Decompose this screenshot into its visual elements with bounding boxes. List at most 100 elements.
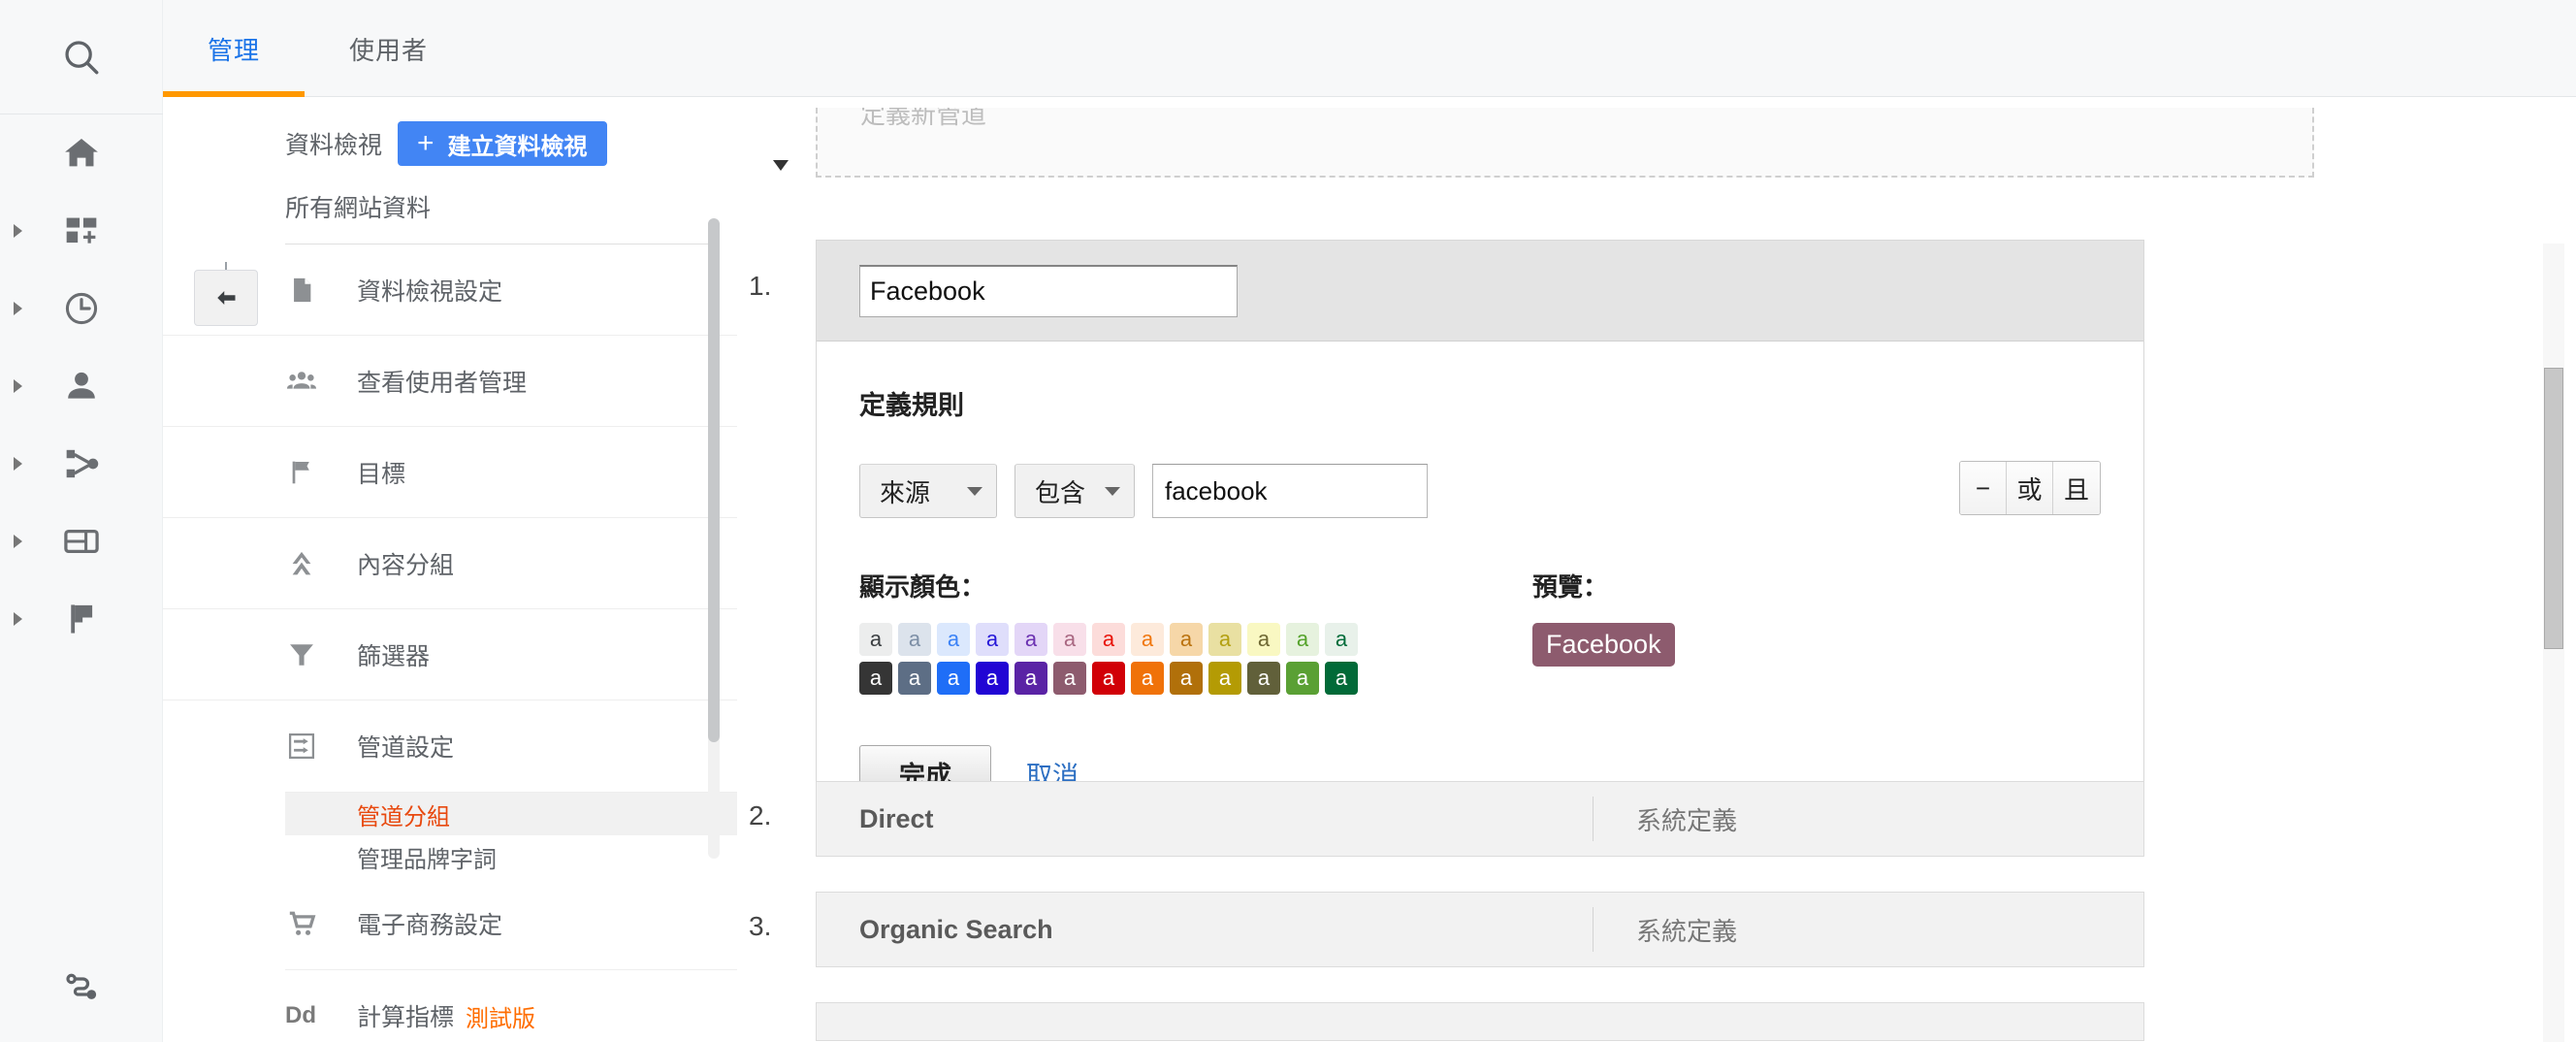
main-content: 定義新管道 1. 定義規則 來源 — [737, 98, 2576, 1042]
search-button[interactable] — [0, 0, 163, 114]
nav-item-user-management[interactable]: 查看使用者管理 — [163, 336, 737, 427]
nav-scrollbar[interactable] — [708, 218, 720, 859]
sidebar-item-behavior[interactable] — [0, 503, 163, 580]
nav-item-goals[interactable]: 目標 — [163, 427, 737, 518]
nav-item-calculated-metrics[interactable]: Dd 計算指標 測試版 — [163, 970, 737, 1042]
channel-name-input[interactable] — [859, 264, 1238, 317]
color-swatch-dark-10[interactable]: a — [1247, 662, 1280, 695]
rule-operator-buttons: − 或 且 — [1959, 461, 2101, 515]
create-view-button[interactable]: + 建立資料檢視 — [398, 121, 607, 166]
channel-row-direct[interactable]: Direct 系統定義 — [816, 781, 2144, 857]
define-new-channel-row[interactable]: 定義新管道 — [773, 108, 2314, 209]
color-swatch-row-light: aaaaaaaaaaaaa — [859, 623, 1358, 656]
color-swatch-dark-5[interactable]: a — [1053, 662, 1086, 695]
chevron-right-icon — [14, 612, 22, 626]
define-new-channel-box[interactable]: 定義新管道 — [816, 108, 2314, 178]
nav-item-ecommerce-settings[interactable]: 電子商務設定 — [163, 878, 737, 969]
color-swatch-light-4[interactable]: a — [1014, 623, 1047, 656]
home-icon — [65, 139, 98, 167]
sidebar-item-audience[interactable] — [0, 347, 163, 425]
channel-definition: 系統定義 — [1636, 916, 1738, 946]
channel-edit-card: 定義規則 來源 包含 — [816, 240, 2144, 845]
color-swatch-light-6[interactable]: a — [1092, 623, 1125, 656]
rule-value-input[interactable] — [1152, 464, 1428, 518]
color-swatch-light-10[interactable]: a — [1247, 623, 1280, 656]
color-swatch-dark-4[interactable]: a — [1014, 662, 1047, 695]
color-swatch-light-2[interactable]: a — [937, 623, 970, 656]
current-view-selector[interactable]: 所有網站資料 — [163, 166, 737, 244]
chevron-right-icon — [14, 302, 22, 315]
clock-icon — [65, 292, 98, 325]
nav-sublist-channel: 管道分組 管理品牌字詞 — [163, 793, 737, 878]
sidebar-item-attribution[interactable] — [0, 964, 163, 1009]
color-swatch-light-7[interactable]: a — [1131, 623, 1164, 656]
color-swatch-dark-12[interactable]: a — [1325, 662, 1358, 695]
color-swatch-light-11[interactable]: a — [1286, 623, 1319, 656]
tab-users[interactable]: 使用者 — [305, 0, 472, 97]
flag-icon — [71, 604, 93, 634]
funnel-filter-icon — [285, 638, 336, 671]
nav-item-label: 查看使用者管理 — [357, 369, 528, 397]
plus-icon: + — [417, 127, 435, 159]
color-swatch-dark-6[interactable]: a — [1092, 662, 1125, 695]
channel-card-header — [817, 241, 2143, 342]
nav-item-content-grouping[interactable]: 內容分組 — [163, 518, 737, 609]
color-swatch-light-9[interactable]: a — [1208, 623, 1241, 656]
dd-badge-text: Dd — [285, 1002, 316, 1028]
chevron-down-icon — [773, 160, 789, 171]
and-rule-button[interactable]: 且 — [2053, 462, 2100, 514]
color-swatch-light-12[interactable]: a — [1325, 623, 1358, 656]
color-swatch-dark-1[interactable]: a — [898, 662, 931, 695]
channel-row-organic-search[interactable]: Organic Search 系統定義 — [816, 892, 2144, 967]
nav-item-channel-settings[interactable]: 管道設定 — [163, 700, 737, 792]
shopping-cart-icon — [285, 907, 336, 940]
color-swatch-light-0[interactable]: a — [859, 623, 892, 656]
color-swatch-dark-8[interactable]: a — [1170, 662, 1203, 695]
nav-subitem-label: 管理品牌字詞 — [357, 846, 497, 873]
share-nodes-icon — [66, 449, 99, 478]
color-swatch-dark-0[interactable]: a — [859, 662, 892, 695]
main-scrollbar-thumb[interactable] — [2544, 368, 2563, 649]
tab-users-label: 使用者 — [349, 35, 429, 65]
channel-index: 3. — [749, 911, 772, 941]
chevron-down-icon — [1105, 486, 1120, 496]
rule-dimension-select[interactable]: 來源 — [859, 464, 997, 518]
nav-subitem-channel-grouping[interactable]: 管道分組 — [285, 793, 737, 835]
attribution-path-icon — [66, 973, 97, 999]
channel-card-body: 定義規則 來源 包含 facebook − 或 且 顯示顏色： a a a a … — [817, 342, 2143, 844]
chevron-right-icon — [14, 535, 22, 548]
remove-rule-label: − — [1975, 472, 1991, 503]
top-tab-bar: 管理 使用者 — [163, 0, 2576, 97]
define-new-channel-label: 定義新管道 — [860, 108, 987, 129]
color-swatch-light-5[interactable]: a — [1053, 623, 1086, 656]
nav-item-filters[interactable]: 篩選器 — [163, 609, 737, 700]
tab-admin[interactable]: 管理 — [163, 0, 306, 97]
sidebar-item-dashboards[interactable] — [0, 192, 163, 270]
channel-name: Direct — [859, 803, 934, 833]
color-swatch-dark-2[interactable]: a — [937, 662, 970, 695]
color-swatch-light-1[interactable]: a — [898, 623, 931, 656]
color-swatch-dark-3[interactable]: a — [976, 662, 1009, 695]
sidebar-item-conversions[interactable] — [0, 580, 163, 658]
channel-row-next-partial[interactable] — [816, 1002, 2144, 1041]
color-swatch-dark-9[interactable]: a — [1208, 662, 1241, 695]
or-rule-button[interactable]: 或 — [2007, 462, 2053, 514]
chevron-right-icon — [14, 379, 22, 393]
dd-badge-icon: Dd — [285, 1002, 336, 1029]
color-swatch-dark-11[interactable]: a — [1286, 662, 1319, 695]
nav-subitem-brand-terms[interactable]: 管理品牌字詞 — [285, 835, 737, 878]
collapse-panel-button[interactable] — [194, 270, 258, 326]
color-swatch-dark-7[interactable]: a — [1131, 662, 1164, 695]
nav-scrollbar-thumb[interactable] — [708, 218, 720, 742]
remove-rule-button[interactable]: − — [1960, 462, 2007, 514]
sidebar-item-realtime[interactable] — [0, 270, 163, 347]
color-swatch-light-3[interactable]: a — [976, 623, 1009, 656]
flag-icon — [285, 456, 336, 489]
preview-column: 預覽： Facebook — [1532, 568, 1675, 695]
sidebar-item-home[interactable] — [0, 114, 163, 192]
rule-operator-select[interactable]: 包含 — [1014, 464, 1135, 518]
sidebar-item-acquisition[interactable] — [0, 425, 163, 503]
color-swatch-light-8[interactable]: a — [1170, 623, 1203, 656]
channel-definition: 系統定義 — [1636, 805, 1738, 835]
main-scrollbar[interactable] — [2543, 244, 2564, 1042]
